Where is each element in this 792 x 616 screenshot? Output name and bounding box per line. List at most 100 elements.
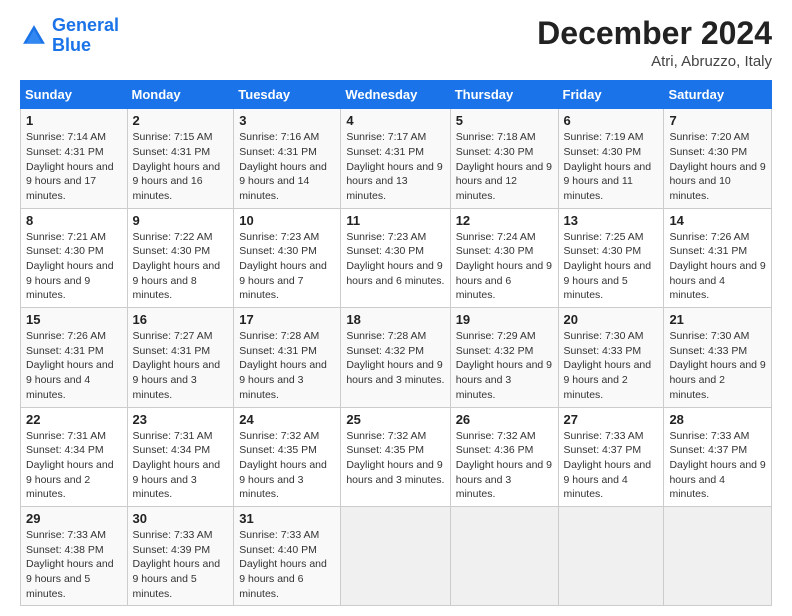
day-number: 18 xyxy=(346,312,444,327)
table-row: 25 Sunrise: 7:32 AMSunset: 4:35 PMDaylig… xyxy=(341,407,450,506)
day-number: 12 xyxy=(456,213,553,228)
day-number: 4 xyxy=(346,113,444,128)
table-row: 16 Sunrise: 7:27 AMSunset: 4:31 PMDaylig… xyxy=(127,308,234,407)
calendar-header-row: Sunday Monday Tuesday Wednesday Thursday… xyxy=(21,81,772,109)
table-row: 26 Sunrise: 7:32 AMSunset: 4:36 PMDaylig… xyxy=(450,407,558,506)
day-info: Sunrise: 7:20 AMSunset: 4:30 PMDaylight … xyxy=(669,131,765,202)
day-number: 13 xyxy=(564,213,659,228)
day-number: 8 xyxy=(26,213,122,228)
day-info: Sunrise: 7:27 AMSunset: 4:31 PMDaylight … xyxy=(133,330,221,401)
table-row: 3 Sunrise: 7:16 AMSunset: 4:31 PMDayligh… xyxy=(234,109,341,208)
logo-icon xyxy=(20,22,48,50)
table-row: 9 Sunrise: 7:22 AMSunset: 4:30 PMDayligh… xyxy=(127,208,234,307)
month-title: December 2024 xyxy=(537,16,772,51)
table-row xyxy=(664,506,772,605)
day-info: Sunrise: 7:31 AMSunset: 4:34 PMDaylight … xyxy=(26,430,114,501)
table-row: 7 Sunrise: 7:20 AMSunset: 4:30 PMDayligh… xyxy=(664,109,772,208)
table-row: 30 Sunrise: 7:33 AMSunset: 4:39 PMDaylig… xyxy=(127,506,234,605)
day-info: Sunrise: 7:17 AMSunset: 4:31 PMDaylight … xyxy=(346,131,442,202)
day-number: 19 xyxy=(456,312,553,327)
table-row: 4 Sunrise: 7:17 AMSunset: 4:31 PMDayligh… xyxy=(341,109,450,208)
table-row xyxy=(558,506,664,605)
day-number: 23 xyxy=(133,412,229,427)
day-number: 9 xyxy=(133,213,229,228)
table-row: 12 Sunrise: 7:24 AMSunset: 4:30 PMDaylig… xyxy=(450,208,558,307)
table-row: 6 Sunrise: 7:19 AMSunset: 4:30 PMDayligh… xyxy=(558,109,664,208)
day-info: Sunrise: 7:25 AMSunset: 4:30 PMDaylight … xyxy=(564,231,652,302)
table-row: 13 Sunrise: 7:25 AMSunset: 4:30 PMDaylig… xyxy=(558,208,664,307)
table-row: 22 Sunrise: 7:31 AMSunset: 4:34 PMDaylig… xyxy=(21,407,128,506)
table-row: 8 Sunrise: 7:21 AMSunset: 4:30 PMDayligh… xyxy=(21,208,128,307)
table-row: 20 Sunrise: 7:30 AMSunset: 4:33 PMDaylig… xyxy=(558,308,664,407)
calendar-week-row: 29 Sunrise: 7:33 AMSunset: 4:38 PMDaylig… xyxy=(21,506,772,605)
day-info: Sunrise: 7:33 AMSunset: 4:37 PMDaylight … xyxy=(669,430,765,501)
day-number: 24 xyxy=(239,412,335,427)
table-row: 5 Sunrise: 7:18 AMSunset: 4:30 PMDayligh… xyxy=(450,109,558,208)
day-number: 27 xyxy=(564,412,659,427)
calendar-week-row: 15 Sunrise: 7:26 AMSunset: 4:31 PMDaylig… xyxy=(21,308,772,407)
day-number: 21 xyxy=(669,312,766,327)
day-number: 11 xyxy=(346,213,444,228)
table-row: 2 Sunrise: 7:15 AMSunset: 4:31 PMDayligh… xyxy=(127,109,234,208)
table-row xyxy=(341,506,450,605)
day-info: Sunrise: 7:19 AMSunset: 4:30 PMDaylight … xyxy=(564,131,652,202)
table-row: 19 Sunrise: 7:29 AMSunset: 4:32 PMDaylig… xyxy=(450,308,558,407)
location: Atri, Abruzzo, Italy xyxy=(537,53,772,70)
day-number: 1 xyxy=(26,113,122,128)
day-info: Sunrise: 7:32 AMSunset: 4:35 PMDaylight … xyxy=(346,430,444,486)
day-number: 6 xyxy=(564,113,659,128)
day-info: Sunrise: 7:32 AMSunset: 4:35 PMDaylight … xyxy=(239,430,327,501)
day-info: Sunrise: 7:14 AMSunset: 4:31 PMDaylight … xyxy=(26,131,114,202)
title-block: December 2024 Atri, Abruzzo, Italy xyxy=(537,16,772,70)
table-row: 21 Sunrise: 7:30 AMSunset: 4:33 PMDaylig… xyxy=(664,308,772,407)
day-info: Sunrise: 7:29 AMSunset: 4:32 PMDaylight … xyxy=(456,330,552,401)
table-row: 18 Sunrise: 7:28 AMSunset: 4:32 PMDaylig… xyxy=(341,308,450,407)
day-info: Sunrise: 7:30 AMSunset: 4:33 PMDaylight … xyxy=(669,330,765,401)
day-info: Sunrise: 7:33 AMSunset: 4:38 PMDaylight … xyxy=(26,529,114,600)
day-number: 10 xyxy=(239,213,335,228)
day-info: Sunrise: 7:28 AMSunset: 4:31 PMDaylight … xyxy=(239,330,327,401)
day-info: Sunrise: 7:21 AMSunset: 4:30 PMDaylight … xyxy=(26,231,114,302)
day-info: Sunrise: 7:28 AMSunset: 4:32 PMDaylight … xyxy=(346,330,444,386)
col-tuesday: Tuesday xyxy=(234,81,341,109)
table-row: 15 Sunrise: 7:26 AMSunset: 4:31 PMDaylig… xyxy=(21,308,128,407)
day-info: Sunrise: 7:15 AMSunset: 4:31 PMDaylight … xyxy=(133,131,221,202)
table-row: 14 Sunrise: 7:26 AMSunset: 4:31 PMDaylig… xyxy=(664,208,772,307)
col-thursday: Thursday xyxy=(450,81,558,109)
table-row: 29 Sunrise: 7:33 AMSunset: 4:38 PMDaylig… xyxy=(21,506,128,605)
table-row: 11 Sunrise: 7:23 AMSunset: 4:30 PMDaylig… xyxy=(341,208,450,307)
day-number: 3 xyxy=(239,113,335,128)
table-row: 27 Sunrise: 7:33 AMSunset: 4:37 PMDaylig… xyxy=(558,407,664,506)
day-number: 5 xyxy=(456,113,553,128)
day-number: 22 xyxy=(26,412,122,427)
day-info: Sunrise: 7:23 AMSunset: 4:30 PMDaylight … xyxy=(239,231,327,302)
col-wednesday: Wednesday xyxy=(341,81,450,109)
day-number: 28 xyxy=(669,412,766,427)
table-row: 1 Sunrise: 7:14 AMSunset: 4:31 PMDayligh… xyxy=(21,109,128,208)
day-info: Sunrise: 7:24 AMSunset: 4:30 PMDaylight … xyxy=(456,231,552,302)
calendar-week-row: 8 Sunrise: 7:21 AMSunset: 4:30 PMDayligh… xyxy=(21,208,772,307)
day-info: Sunrise: 7:32 AMSunset: 4:36 PMDaylight … xyxy=(456,430,552,501)
day-info: Sunrise: 7:33 AMSunset: 4:37 PMDaylight … xyxy=(564,430,652,501)
col-saturday: Saturday xyxy=(664,81,772,109)
calendar-week-row: 1 Sunrise: 7:14 AMSunset: 4:31 PMDayligh… xyxy=(21,109,772,208)
day-number: 7 xyxy=(669,113,766,128)
day-info: Sunrise: 7:23 AMSunset: 4:30 PMDaylight … xyxy=(346,231,444,287)
day-number: 31 xyxy=(239,511,335,526)
day-number: 25 xyxy=(346,412,444,427)
day-info: Sunrise: 7:30 AMSunset: 4:33 PMDaylight … xyxy=(564,330,652,401)
col-friday: Friday xyxy=(558,81,664,109)
day-number: 17 xyxy=(239,312,335,327)
day-info: Sunrise: 7:33 AMSunset: 4:40 PMDaylight … xyxy=(239,529,327,600)
day-info: Sunrise: 7:33 AMSunset: 4:39 PMDaylight … xyxy=(133,529,221,600)
day-info: Sunrise: 7:18 AMSunset: 4:30 PMDaylight … xyxy=(456,131,552,202)
col-sunday: Sunday xyxy=(21,81,128,109)
day-number: 16 xyxy=(133,312,229,327)
table-row: 24 Sunrise: 7:32 AMSunset: 4:35 PMDaylig… xyxy=(234,407,341,506)
day-info: Sunrise: 7:26 AMSunset: 4:31 PMDaylight … xyxy=(669,231,765,302)
day-number: 20 xyxy=(564,312,659,327)
day-number: 2 xyxy=(133,113,229,128)
day-number: 29 xyxy=(26,511,122,526)
logo: General Blue xyxy=(20,16,119,56)
table-row: 17 Sunrise: 7:28 AMSunset: 4:31 PMDaylig… xyxy=(234,308,341,407)
